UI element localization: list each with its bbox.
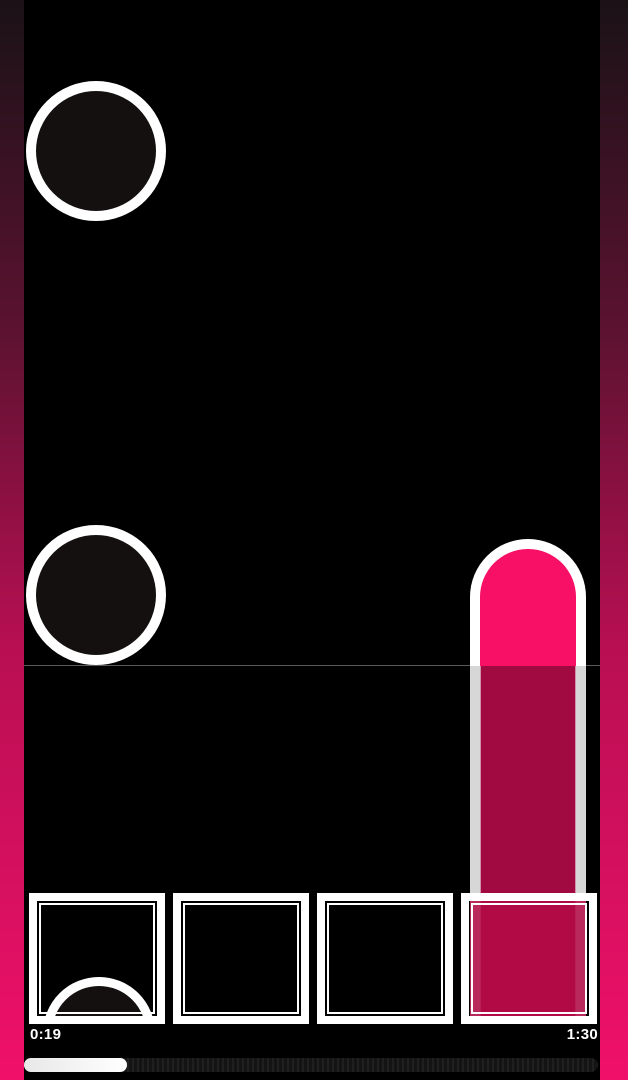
hit-pad-inner-border xyxy=(327,903,443,1014)
hit-pad-lane-2[interactable] xyxy=(173,893,309,1024)
hit-pad-inner-border xyxy=(183,903,299,1014)
hit-pad-inner-border xyxy=(39,903,155,1014)
song-progress-bar[interactable] xyxy=(24,1058,598,1072)
right-side-gradient-bar xyxy=(600,0,628,1080)
song-progress-fill xyxy=(24,1058,128,1072)
hit-pad-inner-border xyxy=(471,903,587,1014)
falling-circle-note xyxy=(26,81,166,221)
left-side-gradient-bar xyxy=(0,0,24,1080)
total-time: 1:30 xyxy=(566,1026,598,1043)
hit-pad-lane-3[interactable] xyxy=(317,893,453,1024)
hit-pad-lane-4[interactable] xyxy=(461,893,597,1024)
elapsed-time: 0:19 xyxy=(30,1026,62,1043)
hit-pad-lane-1[interactable] xyxy=(29,893,165,1024)
falling-circle-note xyxy=(26,525,166,665)
